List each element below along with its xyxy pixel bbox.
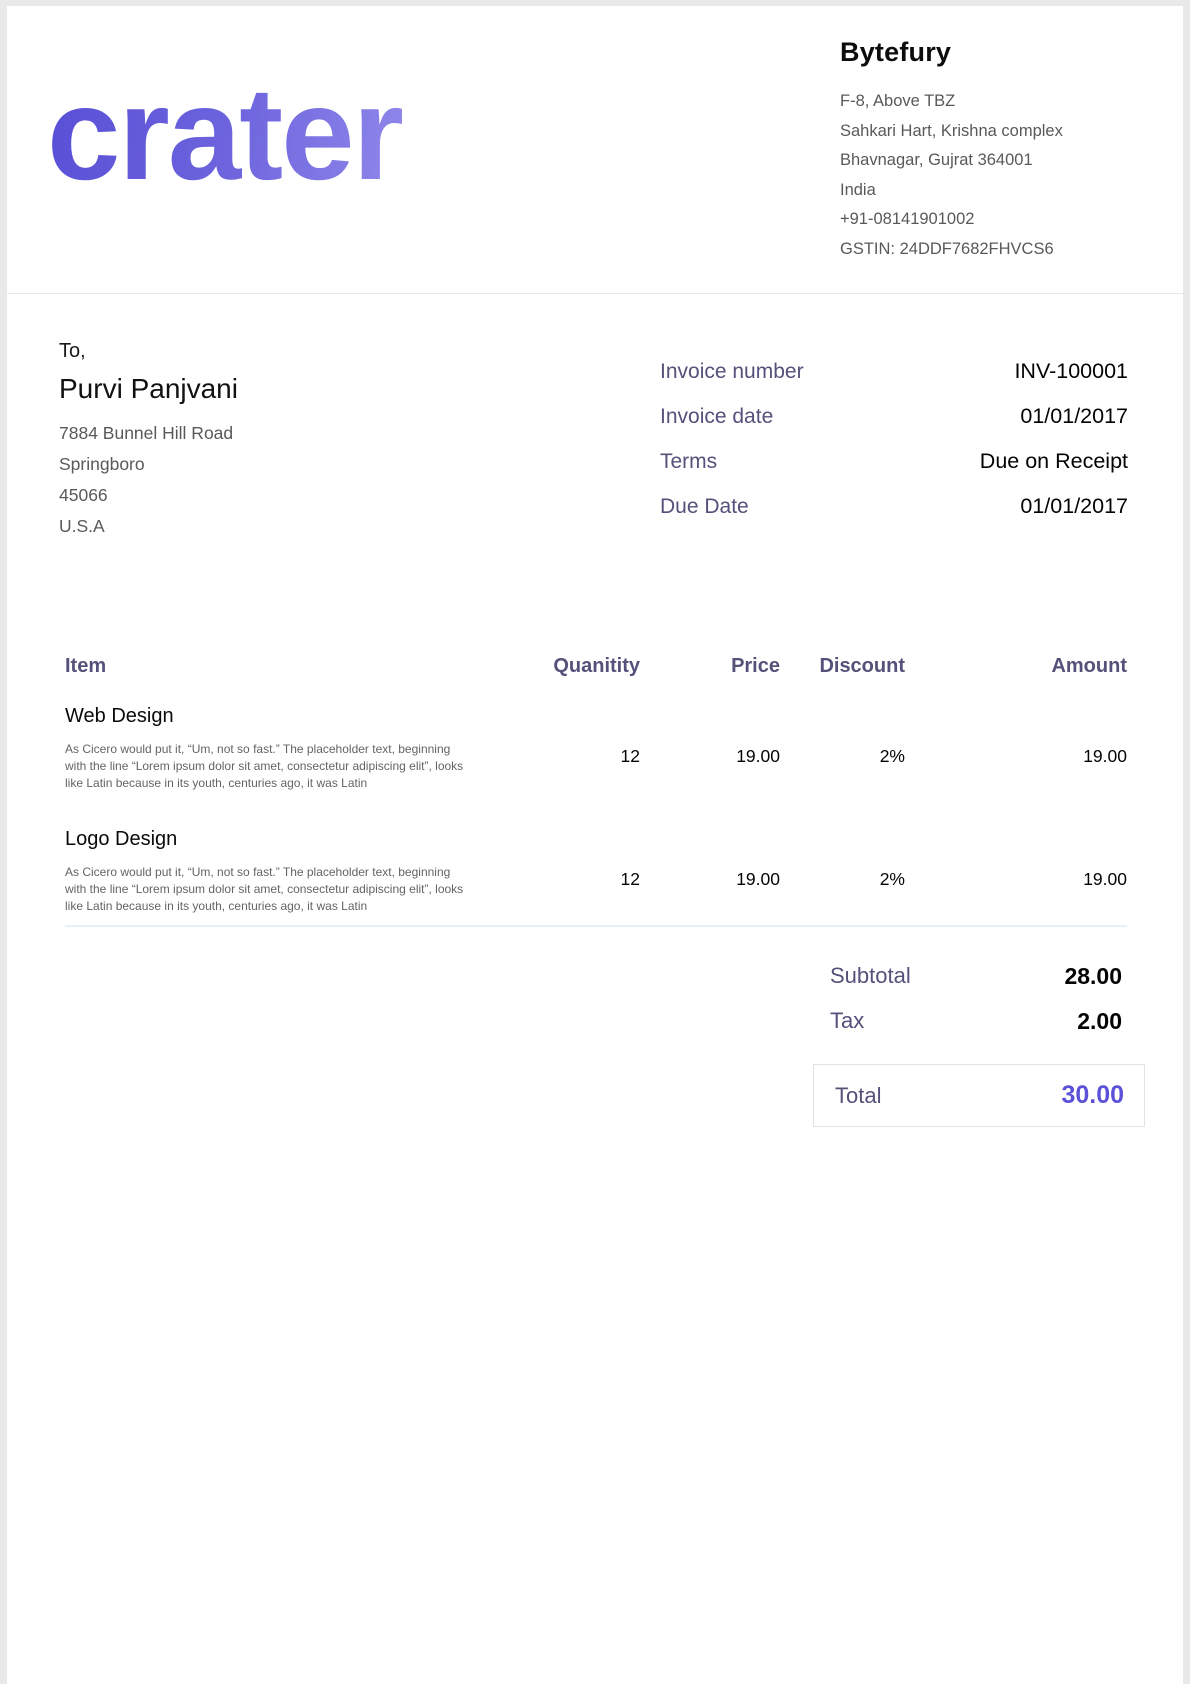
column-header-discount: Discount bbox=[780, 652, 905, 680]
discount-cell: 2% bbox=[780, 703, 905, 792]
invoice-meta: Invoice number INV-100001 Invoice date 0… bbox=[660, 358, 1128, 538]
company-name: Bytefury bbox=[840, 36, 1170, 68]
price-cell: 19.00 bbox=[640, 826, 780, 915]
total-label: Total bbox=[835, 1081, 881, 1111]
invoice-date-value: 01/01/2017 bbox=[1020, 403, 1128, 430]
company-address-line: India bbox=[840, 176, 1170, 206]
customer-address-line: Springboro bbox=[59, 449, 389, 480]
quantity-cell: 12 bbox=[480, 703, 640, 792]
item-name: Logo Design bbox=[65, 826, 480, 852]
tax-row: Tax 2.00 bbox=[830, 1006, 1122, 1036]
invoice-number-value: INV-100001 bbox=[1014, 358, 1128, 385]
terms-value: Due on Receipt bbox=[980, 448, 1128, 475]
quantity-cell: 12 bbox=[480, 826, 640, 915]
customer-address-line: 45066 bbox=[59, 480, 389, 511]
item-description-line: with the line “Lorem ipsum dolor sit ame… bbox=[65, 881, 497, 898]
column-header-price: Price bbox=[640, 652, 780, 680]
company-block: Bytefury F-8, Above TBZ Sahkari Hart, Kr… bbox=[840, 36, 1170, 264]
column-header-amount: Amount bbox=[905, 652, 1127, 680]
company-address-line: Bhavnagar, Gujrat 364001 bbox=[840, 146, 1170, 176]
discount-cell: 2% bbox=[780, 826, 905, 915]
due-date-value: 01/01/2017 bbox=[1020, 493, 1128, 520]
bill-to-block: To, Purvi Panjvani 7884 Bunnel Hill Road… bbox=[59, 336, 389, 542]
company-gstin: GSTIN: 24DDF7682FHVCS6 bbox=[840, 235, 1170, 265]
customer-address-line: U.S.A bbox=[59, 511, 389, 542]
customer-address: 7884 Bunnel Hill Road Springboro 45066 U… bbox=[59, 418, 389, 542]
item-cell: Logo Design As Cicero would put it, “Um,… bbox=[65, 826, 480, 915]
item-description: As Cicero would put it, “Um, not so fast… bbox=[65, 864, 497, 915]
invoice-number-label: Invoice number bbox=[660, 358, 804, 385]
invoice-date-row: Invoice date 01/01/2017 bbox=[660, 403, 1128, 448]
crater-logo: crater bbox=[47, 34, 402, 234]
customer-name: Purvi Panjvani bbox=[59, 369, 389, 409]
table-row: Logo Design As Cicero would put it, “Um,… bbox=[65, 826, 1127, 915]
invoice-date-label: Invoice date bbox=[660, 403, 773, 430]
tax-label: Tax bbox=[830, 1006, 864, 1036]
company-phone: +91-08141901002 bbox=[840, 205, 1170, 235]
item-description-line: like Latin because in its youth, centuri… bbox=[65, 898, 497, 915]
item-cell: Web Design As Cicero would put it, “Um, … bbox=[65, 703, 480, 792]
table-row: Web Design As Cicero would put it, “Um, … bbox=[65, 703, 1127, 792]
company-address-line: F-8, Above TBZ bbox=[840, 87, 1170, 117]
table-bottom-divider bbox=[65, 925, 1127, 927]
company-address: F-8, Above TBZ Sahkari Hart, Krishna com… bbox=[840, 87, 1170, 264]
amount-cell: 19.00 bbox=[905, 826, 1127, 915]
column-header-quantity: Quanitity bbox=[480, 652, 640, 680]
item-description-line: As Cicero would put it, “Um, not so fast… bbox=[65, 741, 497, 758]
price-cell: 19.00 bbox=[640, 703, 780, 792]
item-description-line: like Latin because in its youth, centuri… bbox=[65, 775, 497, 792]
bill-to-label: To, bbox=[59, 336, 389, 366]
total-value: 30.00 bbox=[1061, 1081, 1124, 1110]
item-description-line: with the line “Lorem ipsum dolor sit ame… bbox=[65, 758, 497, 775]
item-description: As Cicero would put it, “Um, not so fast… bbox=[65, 741, 497, 792]
terms-row: Terms Due on Receipt bbox=[660, 448, 1128, 493]
item-description-line: As Cicero would put it, “Um, not so fast… bbox=[65, 864, 497, 881]
invoice-number-row: Invoice number INV-100001 bbox=[660, 358, 1128, 403]
amount-cell: 19.00 bbox=[905, 703, 1127, 792]
item-name: Web Design bbox=[65, 703, 480, 729]
terms-label: Terms bbox=[660, 448, 717, 475]
due-date-label: Due Date bbox=[660, 493, 749, 520]
column-header-item: Item bbox=[65, 652, 480, 680]
due-date-row: Due Date 01/01/2017 bbox=[660, 493, 1128, 538]
company-address-line: Sahkari Hart, Krishna complex bbox=[840, 117, 1170, 147]
tax-value: 2.00 bbox=[1077, 1006, 1122, 1036]
invoice-header: crater Bytefury F-8, Above TBZ Sahkari H… bbox=[7, 6, 1183, 294]
items-table-header: Item Quanitity Price Discount Amount bbox=[65, 652, 1127, 680]
invoice-page: crater Bytefury F-8, Above TBZ Sahkari H… bbox=[7, 6, 1183, 1684]
subtotal-label: Subtotal bbox=[830, 961, 911, 991]
subtotal-row: Subtotal 28.00 bbox=[830, 961, 1122, 991]
total-box: Total 30.00 bbox=[813, 1064, 1145, 1127]
customer-address-line: 7884 Bunnel Hill Road bbox=[59, 418, 389, 449]
subtotal-value: 28.00 bbox=[1064, 961, 1122, 991]
